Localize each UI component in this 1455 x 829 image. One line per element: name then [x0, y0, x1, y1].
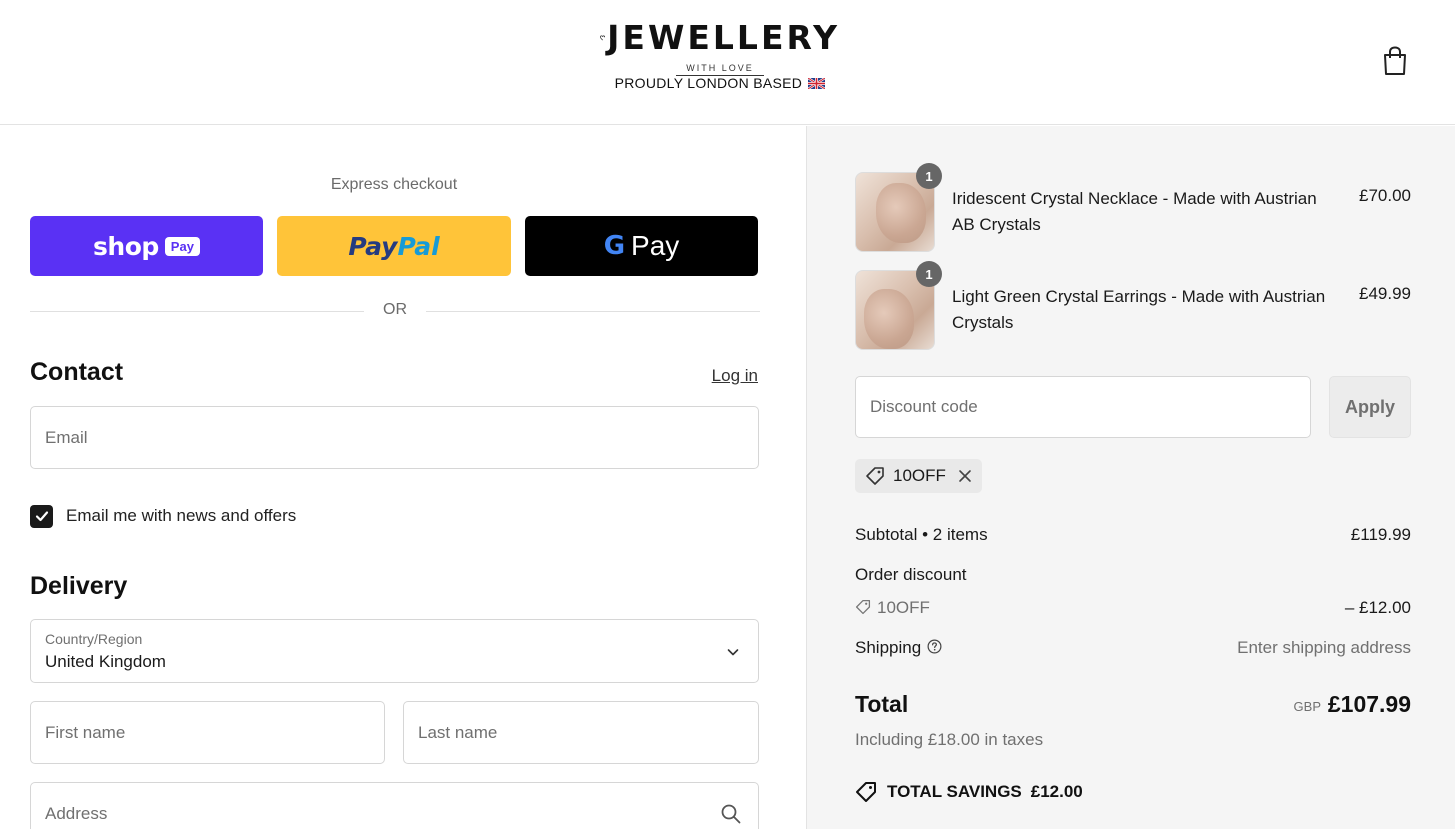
- line-item: 1 Light Green Crystal Earrings - Made wi…: [855, 261, 1411, 350]
- subtotal-value: £119.99: [1350, 525, 1411, 544]
- total-savings: TOTAL SAVINGS £12.00: [855, 781, 1083, 803]
- email-input[interactable]: [31, 407, 758, 468]
- country-select[interactable]: Country/Region United Kingdom: [30, 619, 759, 683]
- newsletter-checkbox[interactable]: [30, 504, 53, 528]
- remove-discount-icon[interactable]: [958, 469, 972, 483]
- first-name-field[interactable]: [30, 701, 385, 764]
- search-icon[interactable]: [720, 803, 742, 825]
- savings-tag-icon: [856, 782, 876, 802]
- help-circle-icon[interactable]: [927, 639, 942, 654]
- discount-code-field[interactable]: [855, 376, 1311, 438]
- total-amount: £107.99: [1327, 691, 1411, 717]
- order-discount-value: – £12.00: [1344, 598, 1411, 617]
- discount-code-input[interactable]: [856, 377, 1310, 437]
- shipping-value: Enter shipping address: [1237, 638, 1411, 657]
- newsletter-label: Email me with news and offers: [66, 506, 297, 525]
- login-link[interactable]: Log in: [700, 366, 758, 386]
- order-discount-detail-row: 10OFF – £12.00: [855, 598, 1411, 618]
- product-price: £49.99: [1359, 284, 1411, 303]
- shop-pay-button[interactable]: shop Pay: [30, 216, 263, 276]
- shipping-row: Shipping Enter shipping address: [855, 638, 1411, 658]
- product-name: Light Green Crystal Earrings - Made with…: [952, 287, 1326, 332]
- or-divider: OR: [30, 301, 760, 321]
- savings-value: £12.00: [1030, 782, 1083, 801]
- savings-label: TOTAL SAVINGS: [887, 782, 1022, 801]
- tagline-text: PROUDLY LONDON BASED: [614, 75, 803, 91]
- google-pay-label: Pay: [631, 230, 680, 261]
- first-name-input[interactable]: [31, 702, 384, 763]
- site-header: JEWELLERY WITH LOVE PROUDLY LONDON BASED: [0, 0, 1455, 125]
- express-checkout-title: Express checkout: [330, 176, 458, 193]
- brand-name: JEWELLERY: [607, 18, 840, 57]
- chevron-down-icon: [727, 649, 739, 656]
- total-row: Total GBP £107.99: [855, 689, 1411, 723]
- applied-discount-code: 10OFF: [893, 466, 946, 485]
- brand-logo[interactable]: JEWELLERY WITH LOVE: [600, 18, 840, 76]
- product-price: £70.00: [1359, 186, 1411, 205]
- tag-icon: [866, 467, 884, 485]
- shopping-bag-icon[interactable]: [1380, 45, 1410, 77]
- applied-discount-chip: 10OFF: [855, 459, 982, 493]
- check-icon: [35, 511, 48, 522]
- shop-pay-pill: Pay: [164, 236, 200, 256]
- heart-hook-icon: [600, 35, 606, 41]
- subtotal-row: Subtotal • 2 items £119.99: [855, 525, 1411, 545]
- paypal-logo: PayPal: [348, 231, 440, 261]
- tag-icon: [855, 599, 871, 615]
- tax-note: Including £18.00 in taxes: [855, 730, 1044, 749]
- line-item: 1 Iridescent Crystal Necklace - Made wit…: [855, 163, 1411, 252]
- product-name: Iridescent Crystal Necklace - Made with …: [952, 189, 1317, 234]
- order-discount-row: Order discount: [855, 565, 1411, 585]
- order-discount-label: Order discount: [855, 565, 967, 584]
- order-discount-code: 10OFF: [877, 598, 930, 617]
- google-pay-button[interactable]: G Pay: [525, 216, 758, 276]
- quantity-badge: 1: [916, 261, 942, 287]
- checkout-form: Express checkout shop Pay PayPal G Pay O…: [0, 126, 806, 829]
- apply-discount-button[interactable]: Apply: [1329, 376, 1411, 438]
- order-summary: 1 Iridescent Crystal Necklace - Made wit…: [806, 126, 1455, 829]
- contact-title: Contact: [30, 358, 124, 386]
- quantity-badge: 1: [916, 163, 942, 189]
- shop-pay-logo: shop: [93, 231, 159, 261]
- tagline: PROUDLY LONDON BASED: [590, 75, 850, 91]
- country-label: Country/Region: [45, 631, 143, 647]
- total-currency: GBP: [1293, 699, 1321, 714]
- total-label: Total: [855, 691, 909, 717]
- last-name-input[interactable]: [404, 702, 758, 763]
- or-text: OR: [383, 301, 407, 318]
- country-value: United Kingdom: [45, 652, 166, 671]
- address-field[interactable]: [30, 782, 759, 829]
- paypal-button[interactable]: PayPal: [277, 216, 511, 276]
- subtotal-label: Subtotal • 2 items: [855, 525, 988, 544]
- newsletter-option[interactable]: Email me with news and offers: [30, 504, 296, 528]
- google-g-icon: G: [603, 231, 626, 261]
- address-input[interactable]: [31, 783, 758, 829]
- email-field[interactable]: [30, 406, 759, 469]
- last-name-field[interactable]: [403, 701, 759, 764]
- shipping-label: Shipping: [855, 638, 922, 657]
- uk-flag-icon: [808, 78, 826, 89]
- delivery-title: Delivery: [30, 572, 128, 600]
